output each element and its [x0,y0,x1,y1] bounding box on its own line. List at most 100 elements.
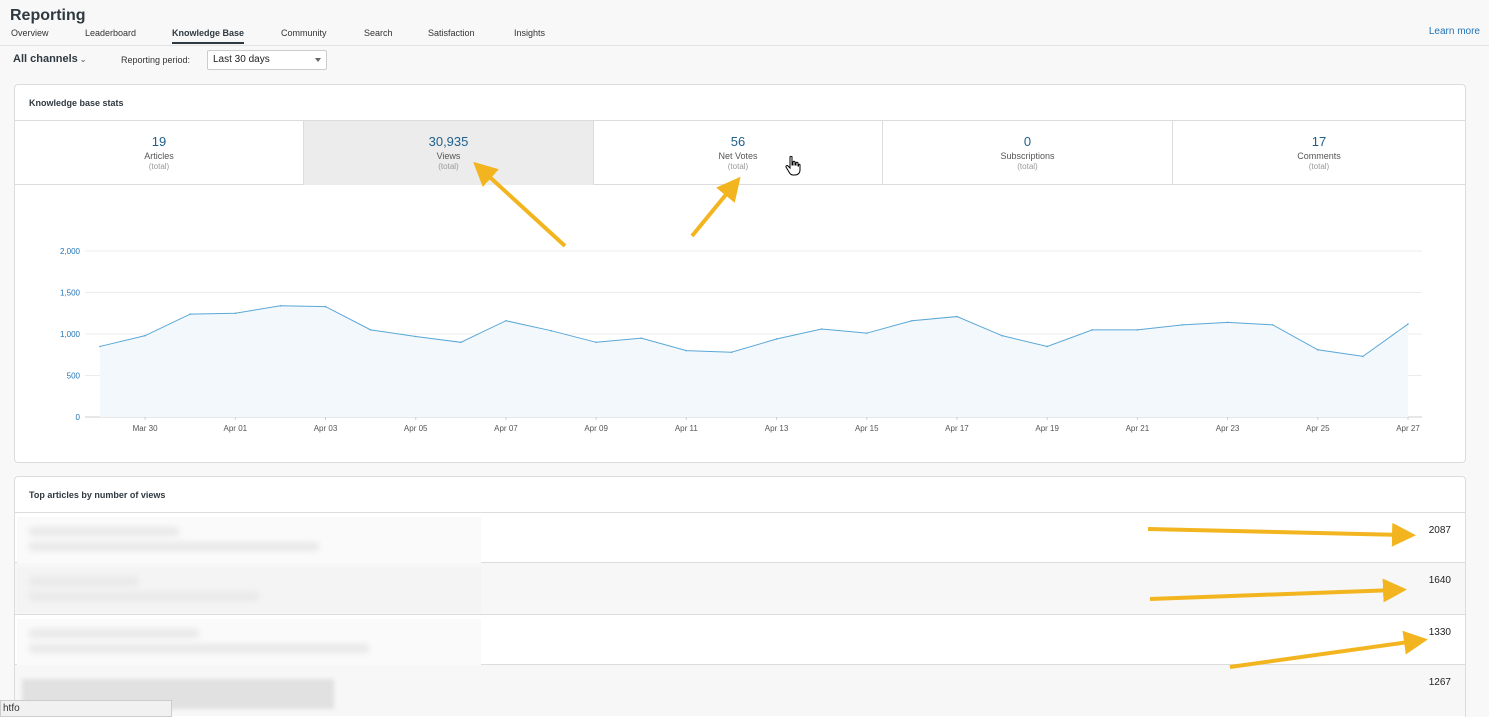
table-row[interactable]: 2087 [15,512,1465,563]
x-tick-label: Mar 30 [133,424,158,433]
y-tick-label: 1,000 [60,330,81,339]
stats-strip: 19 Articles (total) 30,935 Views (total)… [15,120,1465,185]
data-point [369,329,372,331]
chevron-down-icon: ⌄ [79,55,87,64]
y-tick-label: 2,000 [60,247,81,256]
channels-dropdown[interactable]: All channels ⌄ [13,53,87,65]
data-point [640,337,643,339]
data-point [685,349,688,352]
redacted-article-title [17,567,481,613]
data-point [144,334,146,337]
stat-comments-sub: (total) [1308,162,1330,171]
stat-articles-sub: (total) [148,162,170,171]
redacted-article-title [17,517,481,563]
caret-down-icon [315,58,321,62]
series-area [100,305,1408,417]
stat-articles-value: 19 [151,134,167,149]
learn-more-link[interactable]: Learn more [1429,26,1480,37]
stat-comments-label: Comments [1297,151,1341,161]
x-tick-label: Apr 27 [1396,424,1420,433]
data-point [956,315,958,318]
stat-comments[interactable]: 17 Comments (total) [1173,121,1465,185]
x-tick-label: Apr 23 [1216,424,1240,433]
views-line-chart: 0 500 1,000 1,500 2,000 Mar 30 Apr 01 Apr 03 Apr… [60,247,1422,433]
data-point [1091,329,1094,331]
articles-panel-title: Top articles by number of views [29,490,166,500]
x-tick-label: Apr 01 [224,424,248,433]
y-tick-label: 1,500 [60,289,81,298]
x-tick-label: Apr 05 [404,424,428,433]
data-point [550,329,552,332]
y-tick-label: 500 [67,372,81,381]
data-point [1136,329,1139,331]
x-tick-label: Apr 09 [584,424,608,433]
stat-net-votes-sub: (total) [727,162,749,171]
data-point [595,341,597,344]
data-point [505,319,507,322]
tab-overview[interactable]: Overview [11,28,49,44]
x-tick-label: Apr 07 [494,424,518,433]
tab-knowledge-base[interactable]: Knowledge Base [172,28,245,44]
data-point [1407,323,1409,325]
filter-bar: All channels ⌄ Reporting period: Last 30 … [0,47,1489,75]
stat-net-votes-label: Net Votes [718,151,758,161]
data-point [775,338,778,340]
status-bar: htfo [0,700,172,717]
tab-satisfaction[interactable]: Satisfaction [428,28,475,44]
stat-views-sub: (total) [438,162,459,171]
data-point [324,305,327,308]
x-tick-label: Apr 15 [855,424,879,433]
tab-community[interactable]: Community [281,28,327,44]
reporting-period-select[interactable]: Last 30 days [207,50,327,70]
stat-views[interactable]: 30,935 Views (total) [304,121,594,185]
tab-leaderboard[interactable]: Leaderboard [85,28,136,44]
stat-subscriptions-sub: (total) [1017,162,1038,171]
reporting-period-label: Reporting period: [121,55,191,65]
data-point [279,304,282,307]
data-point [1271,324,1274,326]
data-point [1226,321,1229,324]
article-view-count: 1640 [1428,575,1451,586]
data-point [189,313,192,315]
tab-insights[interactable]: Insights [514,28,545,44]
data-point [1181,324,1184,326]
reporting-header: Reporting Overview Leaderboard Knowledge… [0,0,1489,46]
stat-views-label: Views [436,151,461,161]
redacted-article-title [17,619,481,665]
y-tick-label: 0 [76,413,81,422]
stat-comments-value: 17 [1311,134,1327,149]
data-point [865,332,868,334]
data-point [414,335,417,338]
stat-articles[interactable]: 19 Articles (total) [15,121,304,185]
data-point [911,319,913,322]
x-tick-label: Apr 13 [765,424,789,433]
stat-articles-label: Articles [144,151,174,161]
x-tick-label: Apr 17 [945,424,969,433]
data-point [730,351,733,354]
stat-net-votes[interactable]: 56 Net Votes (total) [594,121,883,185]
stat-subscriptions-value: 0 [1023,134,1032,149]
stat-subscriptions[interactable]: 0 Subscriptions (total) [883,121,1173,185]
data-point [234,312,237,315]
stat-views-value: 30,935 [428,134,469,149]
tab-search[interactable]: Search [364,28,393,44]
stat-subscriptions-label: Subscriptions [1000,151,1055,161]
table-row[interactable]: 1640 [15,563,1465,614]
x-tick-label: Apr 03 [314,424,338,433]
data-point [460,341,462,344]
stats-panel-title: Knowledge base stats [29,98,124,108]
article-view-count: 1267 [1428,677,1451,688]
article-view-count: 1330 [1428,627,1451,638]
knowledge-base-stats-panel: Knowledge base stats 19 Articles (total)… [14,84,1466,463]
table-row[interactable]: 1330 [15,614,1465,665]
data-point [99,345,101,348]
x-tick-label: Apr 21 [1126,424,1150,433]
x-tick-label: Apr 25 [1306,424,1330,433]
x-tick-label: Apr 19 [1035,424,1059,433]
data-point [1316,348,1319,351]
channels-label: All channels [13,53,78,65]
data-point [1362,355,1364,358]
page-title: Reporting [10,7,86,24]
data-point [1046,345,1048,348]
data-point [820,328,823,330]
